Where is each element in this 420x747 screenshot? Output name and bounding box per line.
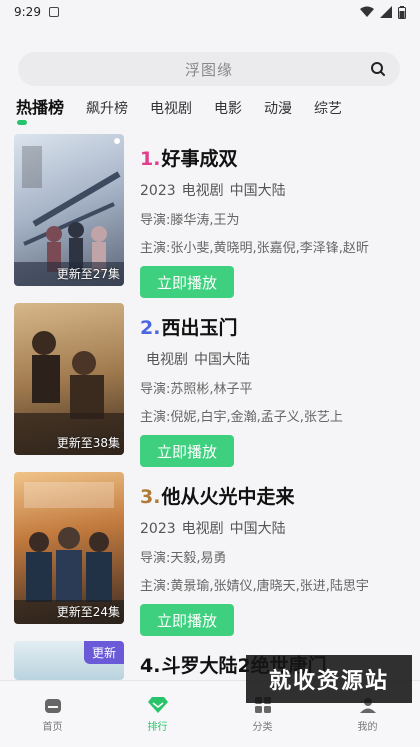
item-meta: 2023 电视剧 中国大陆 [140, 518, 410, 538]
corner-marker [114, 138, 120, 144]
cast-value: 黄景瑜,张婧仪,唐晓天,张进,陆思宇 [170, 579, 369, 594]
nav-ranking-label: 排行 [147, 721, 168, 733]
director-line: 导演:天毅,易勇 [140, 547, 410, 566]
notification-icon [48, 7, 59, 17]
update-badge: 更新 [83, 641, 124, 664]
poster-image[interactable]: 更新至24集 [14, 472, 124, 624]
director-line: 导演:苏照彬,林子平 [140, 378, 410, 397]
category: 电视剧 [181, 183, 224, 199]
director-label: 导演: [140, 213, 171, 228]
category-tabs: 热播榜 飙升榜 电视剧 电影 动漫 综艺 [16, 94, 364, 118]
tab-rising[interactable]: 飙升榜 [86, 98, 128, 118]
rank-number: 1. [140, 148, 161, 170]
item-title[interactable]: 3.他从火光中走来 [140, 482, 410, 509]
item-info: 2.西出玉门 电视剧 中国大陆 导演:苏照彬,林子平 主演:倪妮,白宇,金瀚,孟子… [140, 313, 410, 467]
item-title[interactable]: 1.好事成双 [140, 144, 410, 171]
signal-icon [380, 6, 392, 18]
cast-label: 主演: [140, 410, 171, 425]
item-info: 3.他从火光中走来 2023 电视剧 中国大陆 导演:天毅,易勇 主演:黄景瑜,张婧… [140, 482, 410, 636]
rank-number: 4. [140, 655, 161, 677]
cast-value: 张小斐,黄晓明,张嘉倪,李泽锋,赵昕 [170, 241, 369, 256]
region: 中国大陆 [229, 183, 286, 199]
cast-value: 倪妮,白宇,金瀚,孟子义,张艺上 [170, 410, 343, 425]
director-value: 天毅,易勇 [170, 551, 227, 566]
status-icons [360, 5, 406, 19]
region: 中国大陆 [229, 521, 286, 537]
watermark: 就收资源站 [246, 655, 412, 703]
title-text: 西出玉门 [161, 317, 238, 339]
diamond-icon [147, 696, 168, 713]
battery-icon [398, 5, 406, 19]
active-tab-indicator [17, 120, 27, 125]
cast-label: 主演: [140, 579, 171, 594]
category: 电视剧 [146, 352, 188, 368]
tab-movie[interactable]: 电影 [214, 98, 242, 118]
status-time: 9:29 [14, 5, 41, 19]
cast-label: 主演: [140, 241, 171, 256]
update-badge: 更新至38集 [56, 436, 120, 450]
cast-line: 主演:倪妮,白宇,金瀚,孟子义,张艺上 [140, 406, 410, 425]
nav-category-label: 分类 [252, 721, 273, 733]
wifi-icon [360, 6, 374, 17]
director-label: 导演: [140, 382, 171, 397]
update-badge: 更新至27集 [56, 267, 120, 281]
rank-number: 2. [140, 317, 161, 339]
search-icon[interactable] [370, 61, 386, 77]
nav-profile-label: 我的 [357, 721, 378, 733]
item-info: 1.好事成双 2023 电视剧 中国大陆 导演:滕华涛,王为 主演:张小斐,黄晓明,… [140, 144, 410, 298]
tab-hot[interactable]: 热播榜 [16, 94, 64, 118]
category: 电视剧 [181, 521, 224, 537]
director-value: 滕华涛,王为 [170, 213, 240, 228]
poster-image[interactable]: 更新 [14, 641, 124, 680]
year: 2023 [140, 183, 176, 199]
tab-anime[interactable]: 动漫 [264, 98, 292, 118]
play-button[interactable]: 立即播放 [140, 266, 234, 298]
poster-image[interactable]: 更新至27集 [14, 134, 124, 286]
play-button[interactable]: 立即播放 [140, 435, 234, 467]
year: 2023 [140, 521, 176, 537]
search-input[interactable]: 浮图缘 [18, 52, 400, 86]
nav-ranking[interactable]: 排行 [105, 681, 210, 747]
cast-line: 主演:张小斐,黄晓明,张嘉倪,李泽锋,赵昕 [140, 237, 410, 256]
status-bar: 9:29 [0, 0, 420, 24]
poster-image[interactable]: 更新至38集 [14, 303, 124, 455]
nav-home-label: 首页 [42, 721, 63, 733]
tab-variety[interactable]: 综艺 [314, 98, 342, 118]
nav-home[interactable]: 首页 [0, 681, 105, 747]
home-icon [44, 698, 61, 713]
rank-number: 3. [140, 486, 161, 508]
director-line: 导演:滕华涛,王为 [140, 209, 410, 228]
title-text: 好事成双 [161, 148, 238, 170]
title-text: 他从火光中走来 [161, 486, 295, 508]
play-button[interactable]: 立即播放 [140, 604, 234, 636]
update-badge: 更新至24集 [56, 605, 120, 619]
director-label: 导演: [140, 551, 171, 566]
item-title[interactable]: 2.西出玉门 [140, 313, 410, 340]
cast-line: 主演:黄景瑜,张婧仪,唐晓天,张进,陆思宇 [140, 575, 410, 594]
item-meta: 2023 电视剧 中国大陆 [140, 180, 410, 200]
region: 中国大陆 [194, 352, 250, 368]
director-value: 苏照彬,林子平 [170, 382, 253, 397]
item-meta: 电视剧 中国大陆 [140, 349, 410, 369]
search-placeholder: 浮图缘 [184, 60, 233, 79]
tab-tv[interactable]: 电视剧 [150, 98, 192, 118]
